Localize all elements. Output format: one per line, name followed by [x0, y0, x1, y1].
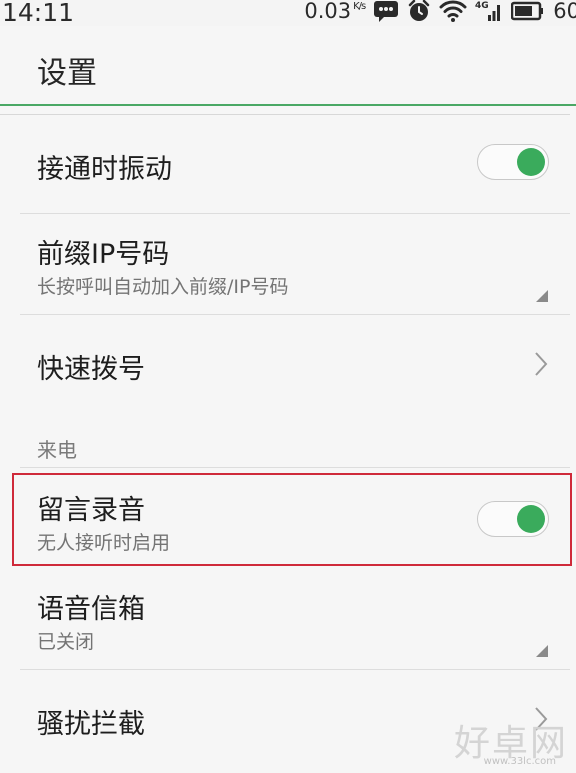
network-speed-unit: K/s [353, 1, 366, 12]
highlight-box [12, 473, 572, 566]
dropdown-corner-icon [536, 290, 548, 302]
dropdown-corner-icon [536, 645, 548, 657]
status-icons: 0.03 K/s 4G 60 [304, 0, 576, 23]
message-icon [374, 1, 399, 22]
watermark-logo: 好卓网 www.33lc.com [438, 714, 568, 770]
page-title: 设置 [37, 56, 97, 91]
signal-4g-icon: 4G [475, 1, 501, 21]
setting-title: 快速拨号 [37, 354, 145, 385]
status-time: 14:11 [2, 0, 75, 27]
vibrate-toggle[interactable] [477, 144, 549, 180]
chevron-right-icon [535, 352, 548, 376]
watermark-url: www.33lc.com [483, 756, 556, 767]
setting-vibrate-on-connect[interactable]: 接通时振动 [0, 115, 576, 213]
setting-title: 前缀IP号码 [37, 239, 170, 270]
network-speed-value: 0.03 [304, 0, 352, 23]
setting-subtitle: 长按呼叫自动加入前缀/IP号码 [37, 276, 289, 298]
setting-speed-dial[interactable]: 快速拨号 [0, 315, 576, 413]
battery-icon [511, 1, 544, 21]
setting-ip-prefix[interactable]: 前缀IP号码 长按呼叫自动加入前缀/IP号码 [0, 214, 576, 314]
alarm-icon [409, 0, 430, 21]
setting-title: 接通时振动 [37, 154, 172, 185]
title-bar: 设置 [0, 26, 576, 106]
status-bar: 14:11 0.03 K/s 4G 60 [0, 0, 576, 27]
battery-level: 60 [553, 0, 576, 23]
section-label-incoming: 来电 [37, 438, 77, 462]
wifi-icon [439, 0, 467, 22]
network-speed: 0.03 K/s [304, 0, 366, 23]
setting-title: 语音信箱 [37, 594, 145, 625]
toggle-knob [517, 148, 545, 176]
setting-subtitle: 已关闭 [37, 631, 95, 653]
svg-text:4G: 4G [475, 1, 489, 11]
setting-voicemail[interactable]: 语音信箱 已关闭 [0, 569, 576, 669]
setting-title: 骚扰拦截 [37, 709, 145, 740]
